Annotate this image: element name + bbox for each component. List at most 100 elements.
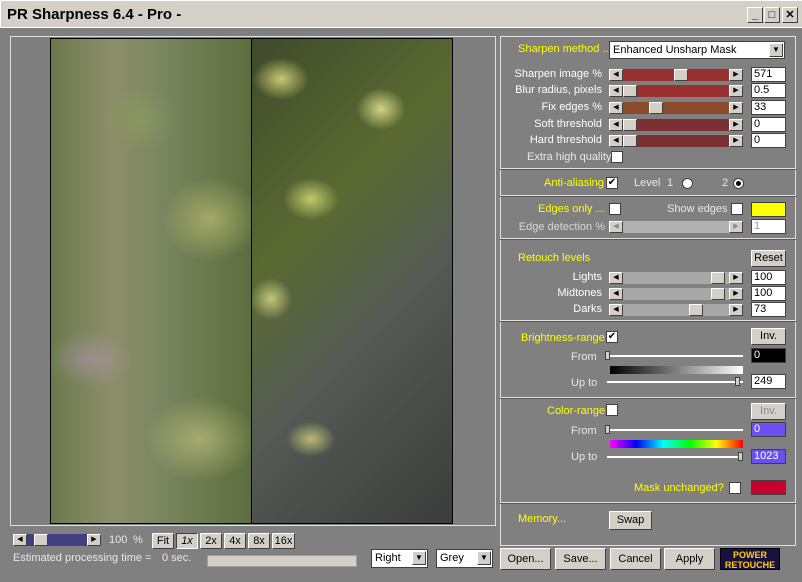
sharpen-row-value[interactable]: 571 [751,67,786,82]
brightness-from-track[interactable] [607,355,743,357]
sharpen-row-value[interactable]: 0.5 [751,83,786,98]
color-upto-thumb[interactable] [738,452,743,461]
edges-only-checkbox[interactable] [609,203,621,215]
close-button[interactable]: ✕ [782,7,798,23]
zoom-slider[interactable]: ◀ ▶ [13,534,101,546]
sharpen-row-slider[interactable]: ◀ ▶ [609,85,743,97]
open-button[interactable]: Open... [500,548,551,570]
preview-split-line[interactable] [251,39,252,523]
sharpen-row-value[interactable]: 0 [751,133,786,148]
sharpen-row-slider[interactable]: ◀ ▶ [609,69,743,81]
arrow-left-icon[interactable]: ◀ [609,288,623,300]
slider-thumb[interactable] [711,272,726,284]
cancel-button[interactable]: Cancel [610,548,661,570]
retouch-row-slider[interactable]: ◀ ▶ [609,304,743,316]
zoom-button[interactable]: 4x [224,533,246,549]
edge-detection-track[interactable] [623,221,729,233]
slider-thumb[interactable] [623,135,637,147]
arrow-right-icon[interactable]: ▶ [729,288,743,300]
zoom-button[interactable]: 2x [200,533,222,549]
brightness-range-checkbox[interactable]: ✔ [606,331,618,343]
slider-track[interactable] [623,304,729,316]
slider-track[interactable] [623,119,729,131]
background-select[interactable]: Grey ▼ [436,549,493,568]
sharpen-row-slider[interactable]: ◀ ▶ [609,119,743,131]
arrow-right-icon[interactable]: ▶ [729,119,743,131]
edges-only-label[interactable]: Edges only ... [538,203,605,215]
arrow-right-icon[interactable]: ▶ [729,135,743,147]
reset-button[interactable]: Reset [751,250,786,267]
color-from-track[interactable] [607,429,743,431]
brightness-from-thumb[interactable] [605,351,610,360]
level-1-radio[interactable] [682,178,693,189]
slider-thumb[interactable] [711,288,726,300]
arrow-right-icon[interactable]: ▶ [729,221,743,233]
color-from-thumb[interactable] [605,425,610,434]
arrow-left-icon[interactable]: ◀ [609,221,623,233]
zoom-button[interactable]: 16x [272,533,295,549]
slider-thumb[interactable] [623,85,637,97]
arrow-right-icon[interactable]: ▶ [729,69,743,81]
save-button[interactable]: Save... [555,548,606,570]
retouch-row-slider[interactable]: ◀ ▶ [609,272,743,284]
retouch-row-value[interactable]: 100 [751,286,786,301]
antialias-checkbox[interactable]: ✔ [606,177,618,189]
arrow-right-icon[interactable]: ▶ [729,272,743,284]
edge-detection-slider[interactable]: ◀ ▶ [609,221,743,233]
edge-detection-value[interactable]: 1 [751,219,786,234]
slider-thumb[interactable] [673,69,688,81]
slider-thumb[interactable] [648,102,663,114]
sharpen-method-select[interactable]: Enhanced Unsharp Mask ▼ [609,41,785,59]
memory-label[interactable]: Memory... [518,513,566,525]
zoom-button[interactable]: Fit [152,533,174,549]
retouch-row-slider[interactable]: ◀ ▶ [609,288,743,300]
sharpen-row-value[interactable]: 33 [751,100,786,115]
arrow-left-icon[interactable]: ◀ [609,85,623,97]
arrow-right-icon[interactable]: ▶ [729,304,743,316]
color-invert-button[interactable]: Inv. [751,403,786,420]
show-edges-checkbox[interactable] [731,203,743,215]
mask-unchanged-checkbox[interactable] [729,482,741,494]
slider-track[interactable] [623,102,729,114]
slider-thumb[interactable] [623,119,637,131]
sharpen-row-value[interactable]: 0 [751,117,786,132]
zoom-thumb[interactable] [33,534,48,546]
sharpen-method-label[interactable]: Sharpen method ... [518,43,612,55]
arrow-left-icon[interactable]: ◀ [609,304,623,316]
brightness-from-value[interactable]: 0 [751,348,786,363]
arrow-left-icon[interactable]: ◀ [609,272,623,284]
extra-quality-checkbox[interactable] [611,151,623,163]
color-upto-value[interactable]: 1023 [751,449,786,464]
slider-track[interactable] [623,85,729,97]
arrow-right-icon[interactable]: ▶ [729,102,743,114]
arrow-left-icon[interactable]: ◀ [609,119,623,131]
level-2-radio[interactable] [733,178,744,189]
maximize-button[interactable]: □ [764,7,780,23]
color-upto-track[interactable] [607,456,743,458]
arrow-left-icon[interactable]: ◀ [609,102,623,114]
chevron-down-icon[interactable]: ▼ [477,551,491,565]
brightness-upto-value[interactable]: 249 [751,374,786,389]
preview-image[interactable] [50,38,453,524]
apply-button[interactable]: Apply [664,548,715,570]
brightness-upto-thumb[interactable] [734,377,740,386]
arrow-right-icon[interactable]: ▶ [87,534,101,546]
retouch-row-value[interactable]: 73 [751,302,786,317]
arrow-right-icon[interactable]: ▶ [729,85,743,97]
zoom-button[interactable]: 1x [176,533,198,549]
swap-button[interactable]: Swap [609,511,652,530]
zoom-button[interactable]: 8x [248,533,270,549]
brightness-invert-button[interactable]: Inv. [751,328,786,345]
edge-color-swatch[interactable] [751,202,786,217]
slider-thumb[interactable] [689,304,704,316]
minimize-button[interactable]: _ [747,7,763,23]
retouch-row-value[interactable]: 100 [751,270,786,285]
sharpen-row-slider[interactable]: ◀ ▶ [609,102,743,114]
mask-color-swatch[interactable] [751,480,786,495]
preview-side-select[interactable]: Right ▼ [371,549,428,568]
sharpen-row-slider[interactable]: ◀ ▶ [609,135,743,147]
arrow-left-icon[interactable]: ◀ [609,69,623,81]
arrow-left-icon[interactable]: ◀ [13,534,27,546]
slider-track[interactable] [623,135,729,147]
color-from-value[interactable]: 0 [751,422,786,437]
